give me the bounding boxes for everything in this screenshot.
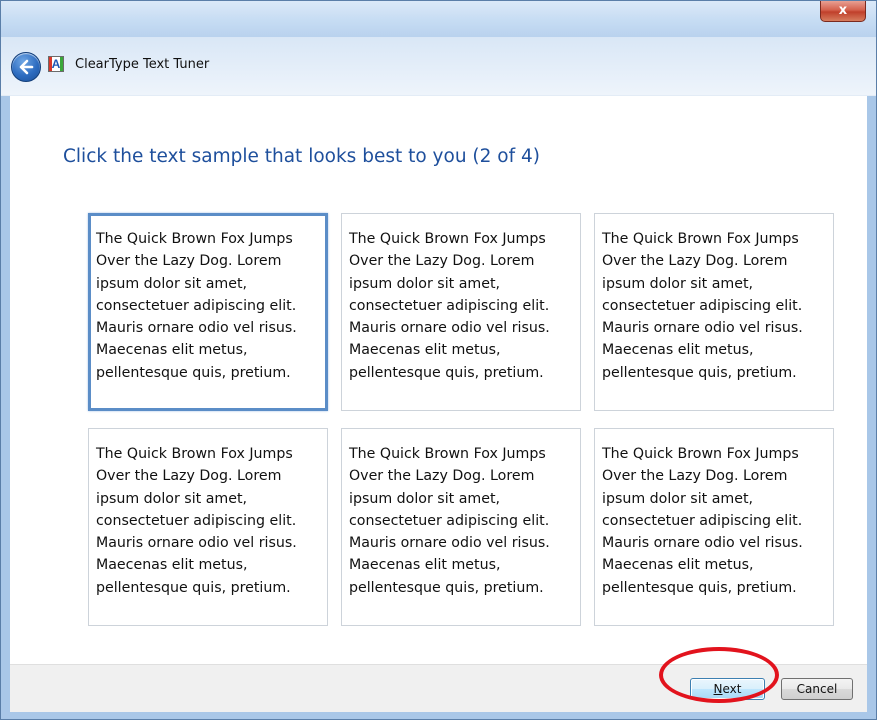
sample-text: The Quick Brown Fox Jumps Over the Lazy … <box>602 231 803 381</box>
text-sample-4[interactable]: The Quick Brown Fox Jumps Over the Lazy … <box>88 428 328 626</box>
window-title: ClearType Text Tuner <box>75 57 210 72</box>
sample-text: The Quick Brown Fox Jumps Over the Lazy … <box>96 446 297 596</box>
next-button[interactable]: Next <box>690 678 765 700</box>
button-bar: Next Cancel <box>10 664 867 712</box>
close-icon: x <box>838 3 848 18</box>
sample-text: The Quick Brown Fox Jumps Over the Lazy … <box>349 231 550 381</box>
next-button-label: Next <box>713 682 742 696</box>
text-sample-1[interactable]: The Quick Brown Fox Jumps Over the Lazy … <box>88 213 328 411</box>
cleartype-app-icon: A <box>48 56 64 72</box>
content-area: Click the text sample that looks best to… <box>10 96 867 664</box>
cancel-button[interactable]: Cancel <box>781 678 853 700</box>
instruction-heading: Click the text sample that looks best to… <box>63 146 540 167</box>
sample-text: The Quick Brown Fox Jumps Over the Lazy … <box>96 231 297 381</box>
sample-text: The Quick Brown Fox Jumps Over the Lazy … <box>602 446 803 596</box>
cleartype-tuner-window: x A ClearType Text Tuner Click the text … <box>0 0 877 720</box>
cancel-button-label: Cancel <box>796 682 838 696</box>
navigation-header: A ClearType Text Tuner <box>1 37 876 96</box>
text-sample-3[interactable]: The Quick Brown Fox Jumps Over the Lazy … <box>594 213 834 411</box>
text-sample-6[interactable]: The Quick Brown Fox Jumps Over the Lazy … <box>594 428 834 626</box>
back-arrow-icon <box>19 59 34 75</box>
text-sample-5[interactable]: The Quick Brown Fox Jumps Over the Lazy … <box>341 428 581 626</box>
text-sample-2[interactable]: The Quick Brown Fox Jumps Over the Lazy … <box>341 213 581 411</box>
title-bar[interactable]: x <box>1 1 876 37</box>
sample-text: The Quick Brown Fox Jumps Over the Lazy … <box>349 446 550 596</box>
close-button[interactable]: x <box>820 1 866 22</box>
back-button[interactable] <box>11 52 41 82</box>
